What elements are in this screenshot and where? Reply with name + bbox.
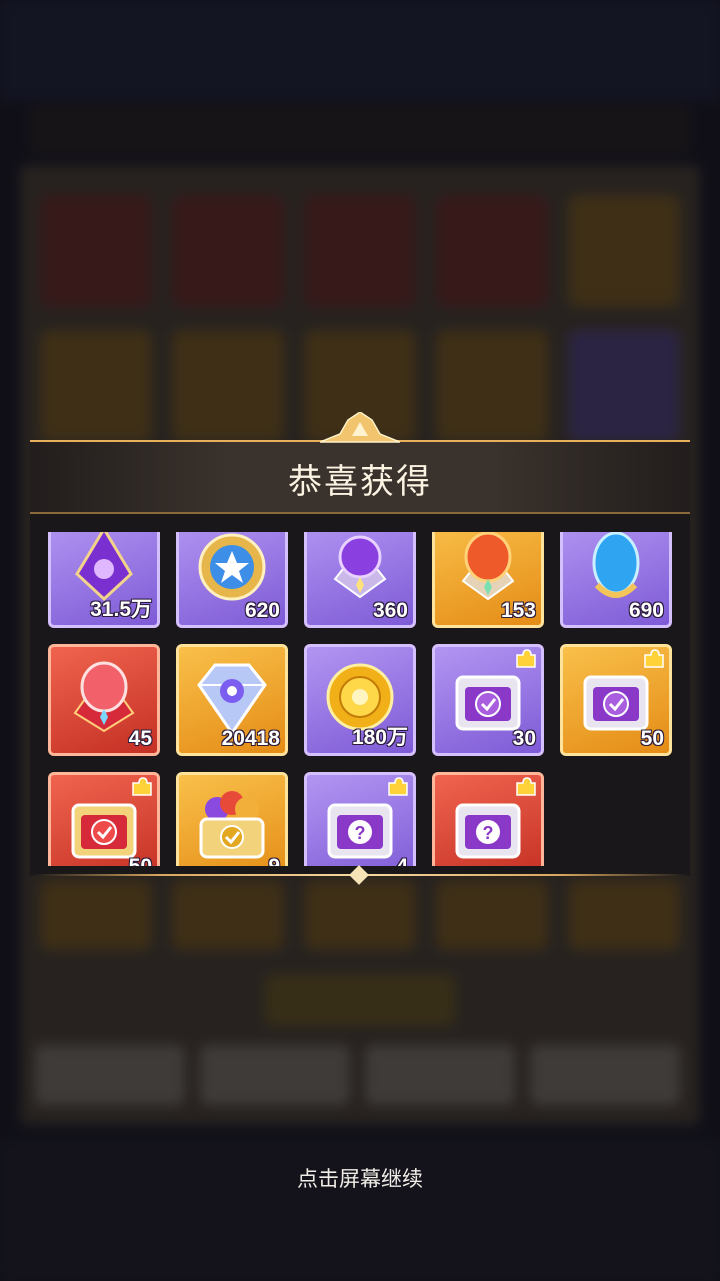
- reward-item-star-coin[interactable]: 620: [176, 532, 288, 628]
- popup-title: 恭喜获得: [288, 463, 432, 501]
- reward-grid: 31.5万6203601536904520418180万3050509?4?: [46, 532, 674, 866]
- crown-ornament-icon: [320, 412, 400, 443]
- item-quantity: 30: [512, 727, 536, 750]
- reward-item-red-chest-select[interactable]: 50: [48, 772, 160, 866]
- item-quantity: 50: [129, 855, 152, 866]
- item-quantity: 360: [372, 599, 408, 622]
- item-quantity: 4: [396, 855, 408, 866]
- puzzle-piece-icon: [388, 777, 408, 796]
- item-quantity: 180万: [351, 726, 408, 749]
- reward-item-diamond[interactable]: 20418: [176, 644, 288, 756]
- puzzle-piece-icon: [516, 777, 536, 796]
- item-quantity: 31.5万: [90, 598, 152, 621]
- reward-item-red-crystal[interactable]: 45: [48, 644, 160, 756]
- reward-item-orange-crystal[interactable]: 153: [432, 532, 544, 628]
- item-quantity: 690: [628, 599, 664, 622]
- puzzle-piece-icon: [132, 777, 152, 796]
- reward-item-red-random-chest[interactable]: ?: [432, 772, 544, 866]
- reward-item-purple-random-chest[interactable]: ?4: [304, 772, 416, 866]
- reward-item-orb-chest[interactable]: 9: [176, 772, 288, 866]
- item-quantity: 50: [640, 727, 664, 750]
- reward-popup: 恭喜获得 31.5万 620 360 153 690 45 20418 180万 30 50 50 9…: [30, 412, 690, 885]
- item-quantity: 620: [244, 599, 280, 622]
- puzzle-piece-icon: [516, 649, 536, 668]
- reward-item-gold-chest-select[interactable]: 50: [560, 644, 672, 756]
- item-quantity: 45: [128, 727, 152, 750]
- item-quantity: 20418: [221, 727, 280, 750]
- reward-item-blue-egg[interactable]: 690: [560, 532, 672, 628]
- svg-text:?: ?: [483, 823, 494, 843]
- item-quantity: 9: [268, 855, 280, 866]
- puzzle-piece-icon: [644, 649, 664, 668]
- reward-item-silver-chest-select[interactable]: 30: [432, 644, 544, 756]
- item-quantity: 153: [500, 599, 536, 622]
- reward-item-gold-coin[interactable]: 180万: [304, 644, 416, 756]
- tap-to-continue-hint[interactable]: 点击屏幕继续: [0, 1163, 720, 1193]
- reward-item-purple-crystal[interactable]: 360: [304, 532, 416, 628]
- reward-item-purple-potion[interactable]: 31.5万: [48, 532, 160, 628]
- chest-orbs-icon: [199, 791, 265, 859]
- svg-text:?: ?: [355, 823, 366, 843]
- title-banner: 恭喜获得: [30, 412, 690, 514]
